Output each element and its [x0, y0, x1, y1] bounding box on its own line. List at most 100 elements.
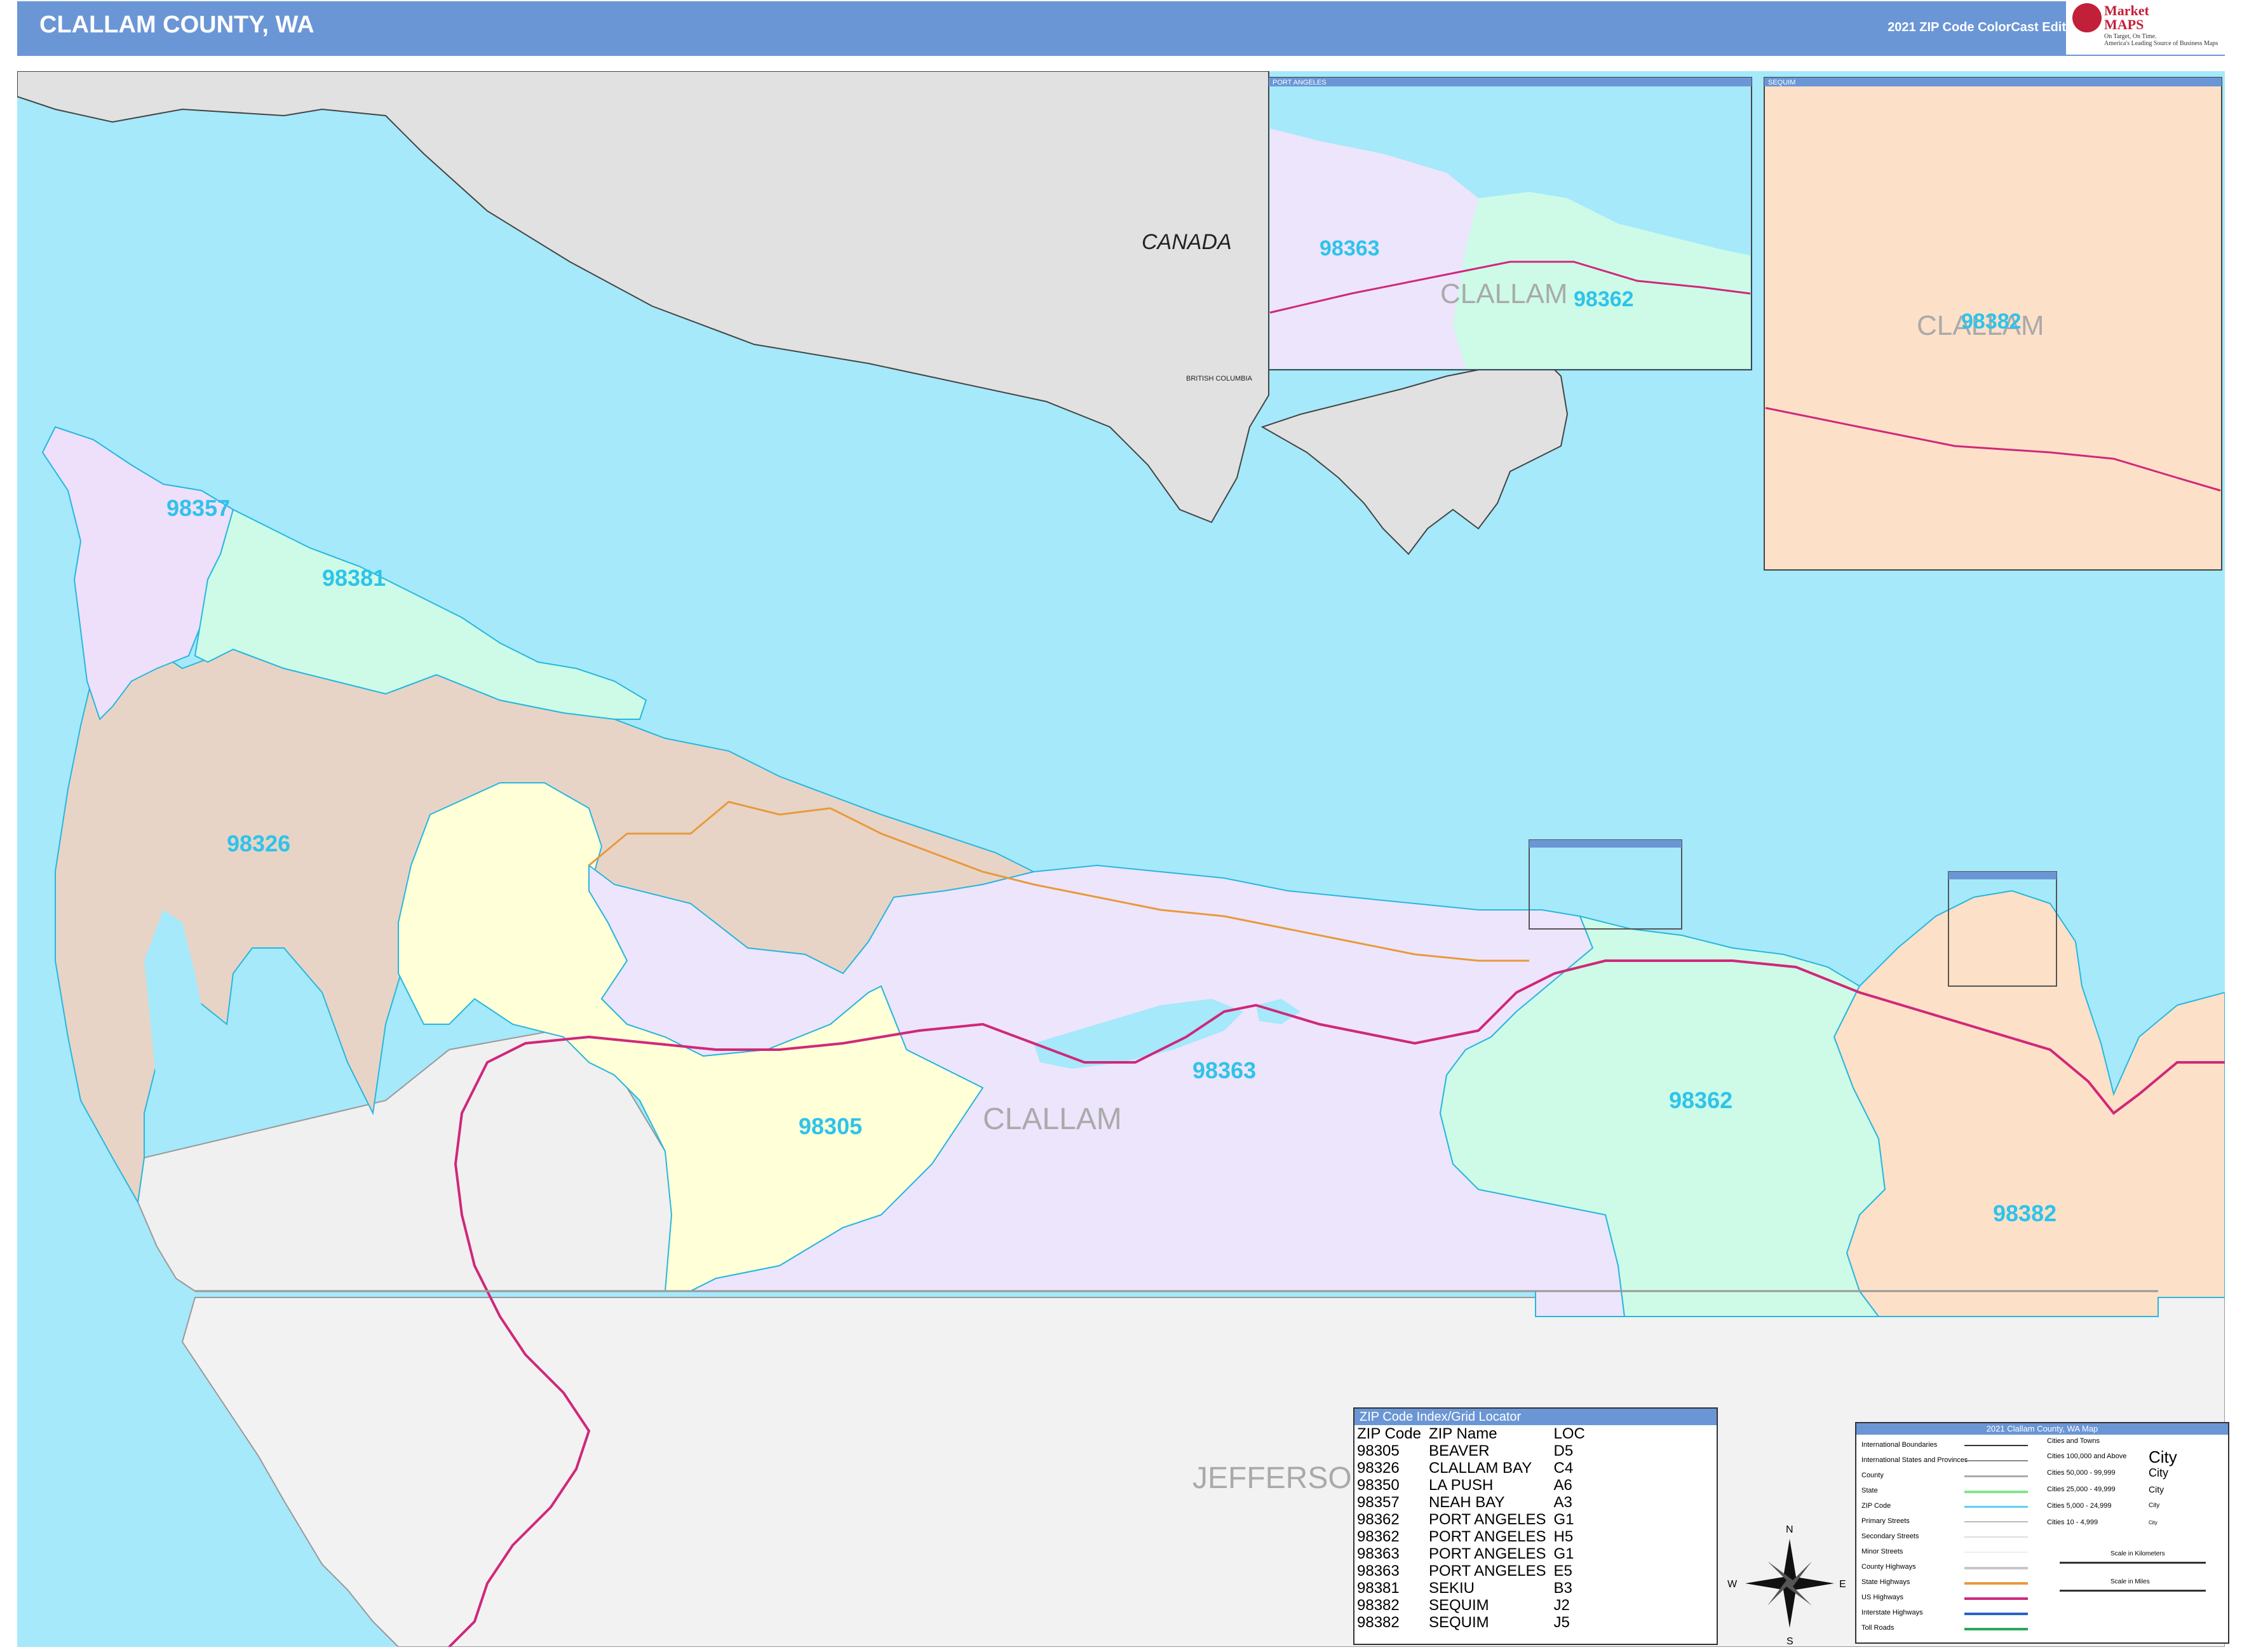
legend-cities-header: Cities and Towns: [2047, 1437, 2100, 1445]
zip-index-header-row: ZIP Code ZIP Name LOC: [1357, 1425, 1593, 1442]
table-row: 98350 LA PUSH A6: [1357, 1477, 1593, 1494]
loc-cell: G1: [1553, 1545, 1574, 1562]
legend-city-sample: City: [2149, 1484, 2164, 1494]
legend-line-zip: [1964, 1506, 2028, 1508]
legend-item: State: [1861, 1487, 1878, 1494]
name-cell: SEQUIM: [1428, 1614, 1489, 1631]
logo-tagline-2: America's Leading Source of Business Map…: [2104, 40, 2218, 47]
zip-cell: 98350: [1357, 1477, 1400, 1494]
loc-cell: G1: [1553, 1511, 1574, 1528]
loc-cell: C4: [1553, 1459, 1574, 1477]
legend-item: Toll Roads: [1861, 1624, 1894, 1632]
table-row: 98357 NEAH BAY A3: [1357, 1494, 1593, 1511]
loc-cell: A3: [1553, 1494, 1572, 1511]
zip-index-header-loc: LOC: [1553, 1425, 1585, 1442]
legend-scale-mi: Scale in Miles: [2110, 1578, 2150, 1585]
zip-label-98362: 98362: [1669, 1087, 1732, 1113]
legend-line-intl: [1964, 1445, 2028, 1446]
map-title: CLALLAM COUNTY, WA: [39, 11, 314, 38]
table-row: 98382 SEQUIM J2: [1357, 1597, 1593, 1614]
sequim-inset-titlebar: [1764, 78, 2222, 86]
zip-index-table: ZIP Code ZIP Name LOC 98305 BEAVER D5 9832…: [1357, 1425, 1593, 1631]
legend-city-sample: City: [2149, 1447, 2177, 1466]
loc-cell: J2: [1553, 1597, 1570, 1614]
map-legend: 2021 Clallam County, WA Map Internationa…: [1855, 1422, 2229, 1644]
zip-index-header-zip: ZIP Code: [1357, 1425, 1421, 1442]
loc-cell: A6: [1553, 1477, 1572, 1494]
zip-index-title: ZIP Code Index/Grid Locator: [1354, 1409, 1717, 1425]
legend-line-secondary: [1964, 1536, 2028, 1538]
zip-cell: 98382: [1357, 1597, 1400, 1614]
county-map: PORT ANGELES CLALLAM 98363 98362 SEQUIM …: [17, 71, 2225, 1647]
table-row: 98381 SEKIU B3: [1357, 1580, 1593, 1597]
name-cell: NEAH BAY: [1428, 1494, 1505, 1511]
name-cell: SEKIU: [1428, 1580, 1475, 1597]
legend-line-interstate: [1964, 1613, 2028, 1615]
logo-text: Market MAPS: [2104, 4, 2149, 32]
legend-line-minor: [1964, 1552, 2028, 1553]
legend-title: 2021 Clallam County, WA Map: [1856, 1423, 2228, 1435]
sequim-inset: SEQUIM CLALLAM 98382: [1764, 77, 2222, 571]
legend-item: County: [1861, 1472, 1884, 1479]
loc-cell: E5: [1553, 1562, 1572, 1580]
zip-code-index: ZIP Code Index/Grid Locator ZIP Code ZIP…: [1353, 1407, 1718, 1645]
compass-n: N: [1786, 1524, 1793, 1535]
legend-item: State Highways: [1861, 1578, 1910, 1586]
port-angeles-inset-county-label: CLALLAM: [1440, 278, 1568, 309]
legend-item: Minor Streets: [1861, 1548, 1903, 1555]
name-cell: CLALLAM BAY: [1428, 1459, 1532, 1477]
legend-city-sample: City: [2149, 1502, 2160, 1509]
sequim-inset-marker-title: [1948, 872, 2056, 879]
name-cell: PORT ANGELES: [1428, 1528, 1546, 1545]
name-cell: PORT ANGELES: [1428, 1562, 1546, 1580]
legend-city-tier: Cities 10 - 4,999: [2047, 1519, 2098, 1526]
sequim-inset-title: SEQUIM: [1768, 79, 1795, 86]
name-cell: PORT ANGELES: [1428, 1511, 1546, 1528]
port-angeles-inset-zip-98363: 98363: [1320, 236, 1380, 261]
legend-line-states: [1964, 1460, 2028, 1461]
name-cell: PORT ANGELES: [1428, 1545, 1546, 1562]
legend-line-county: [1964, 1475, 2028, 1477]
zip-cell: 98363: [1357, 1545, 1400, 1562]
table-row: 98305 BEAVER D5: [1357, 1442, 1593, 1459]
name-cell: BEAVER: [1428, 1442, 1490, 1459]
loc-cell: D5: [1553, 1442, 1574, 1459]
compass-w: W: [1727, 1579, 1738, 1590]
legend-city-sample: City: [2149, 1520, 2158, 1526]
port-angeles-inset-marker-title: [1529, 840, 1682, 848]
legend-item: International States and Provinces: [1861, 1456, 1968, 1464]
zip-label-98357: 98357: [166, 495, 230, 521]
market-maps-logo: Market MAPS On Target, On Time. America'…: [2066, 0, 2225, 55]
legend-city-tier: Cities 50,000 - 99,999: [2047, 1469, 2116, 1477]
county-label-clallam: CLALLAM: [983, 1102, 1122, 1136]
zip-cell: 98357: [1357, 1494, 1400, 1511]
port-angeles-inset-title: PORT ANGELES: [1273, 79, 1327, 86]
legend-line-primary: [1964, 1521, 2028, 1522]
compass-e: E: [1839, 1579, 1846, 1590]
zip-cell: 98326: [1357, 1459, 1400, 1477]
logo-tagline-1: On Target, On Time.: [2104, 33, 2157, 40]
zip-label-98305: 98305: [799, 1113, 862, 1139]
table-row: 98382 SEQUIM J5: [1357, 1614, 1593, 1631]
legend-item: Primary Streets: [1861, 1517, 1910, 1525]
compass-s: S: [1786, 1636, 1793, 1647]
loc-cell: J5: [1553, 1614, 1570, 1631]
legend-line-state: [1964, 1491, 2028, 1493]
name-cell: LA PUSH: [1428, 1477, 1494, 1494]
legend-scale-mi-bar: [2060, 1590, 2206, 1592]
legend-line-county-hwy: [1964, 1567, 2028, 1569]
legend-item: Interstate Highways: [1861, 1609, 1923, 1616]
header-bar: CLALLAM COUNTY, WA 2021 ZIP Code ColorCa…: [17, 1, 2225, 56]
legend-item: ZIP Code: [1861, 1502, 1891, 1510]
zip-label-98382: 98382: [1993, 1200, 2056, 1226]
table-row: 98363 PORT ANGELES E5: [1357, 1562, 1593, 1580]
legend-city-tier: Cities 100,000 and Above: [2047, 1452, 2127, 1460]
port-angeles-inset-zip-98362: 98362: [1574, 287, 1634, 311]
zip-label-98363: 98363: [1192, 1057, 1256, 1083]
legend-line-state-hwy: [1964, 1582, 2028, 1585]
legend-scale-km: Scale in Kilometers: [2110, 1550, 2165, 1557]
legend-line-us-hwy: [1964, 1597, 2028, 1600]
logo-line2: MAPS: [2104, 17, 2144, 32]
edition-label: 2021 ZIP Code ColorCast Edition: [1887, 20, 2085, 34]
zip-cell: 98382: [1357, 1614, 1400, 1631]
